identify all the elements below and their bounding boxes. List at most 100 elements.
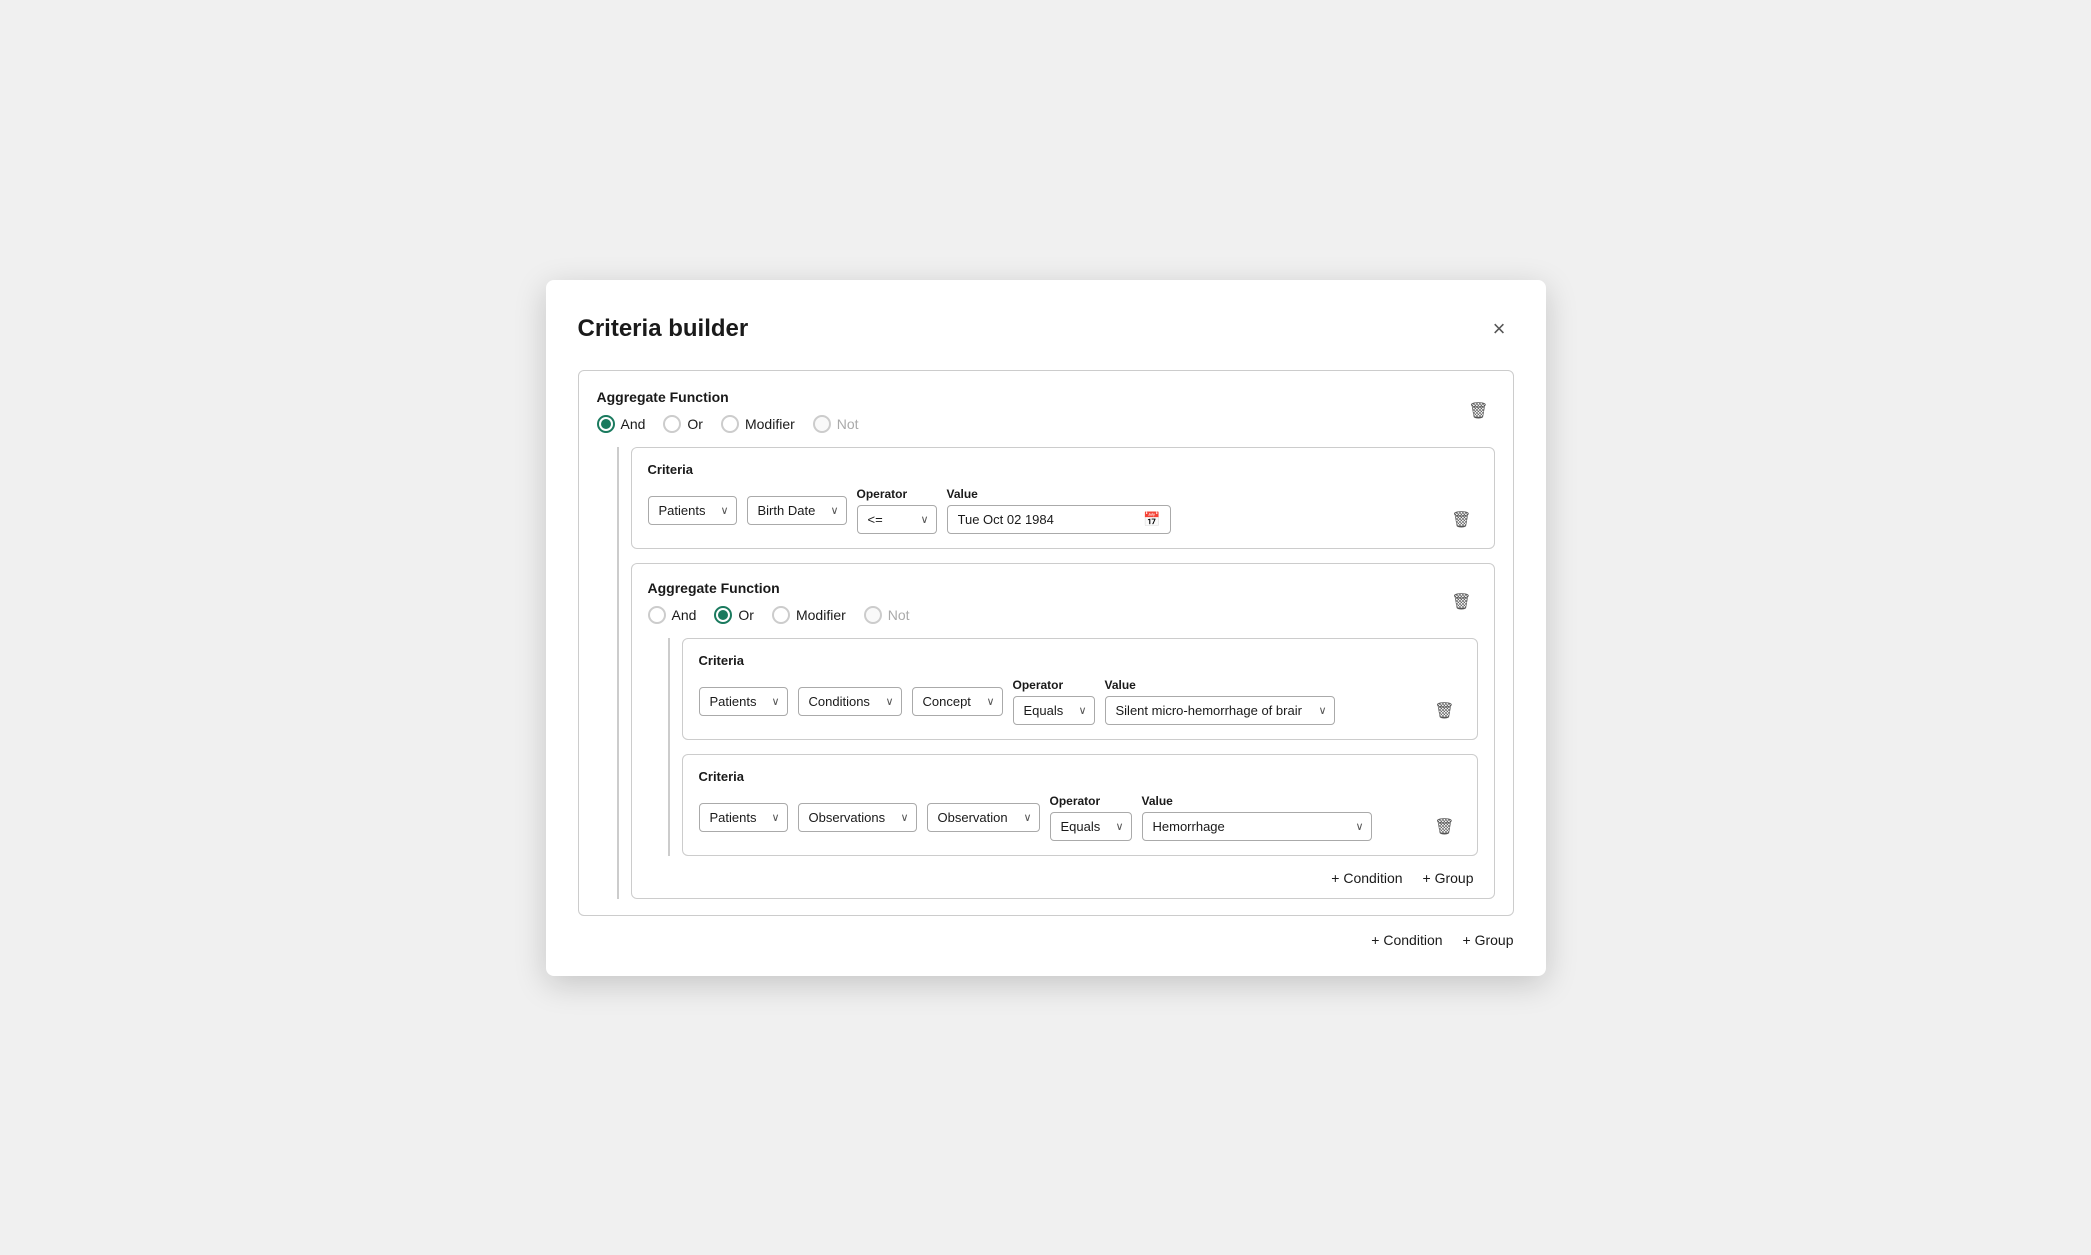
observations-criteria-box: Criteria Patients ∨ bbox=[682, 754, 1478, 856]
birthdate-delete-icon: 🗑 bbox=[1451, 512, 1471, 529]
observations-value-wrap: Hemorrhage ∨ bbox=[1142, 812, 1372, 841]
inner-radio-row: And Or Modifier bbox=[648, 606, 910, 624]
outer-radio-not: Not bbox=[813, 415, 859, 433]
birthdate-criteria-box: Criteria Patients ∨ bbox=[631, 447, 1495, 549]
outer-add-condition-button[interactable]: + Condition bbox=[1371, 932, 1442, 948]
inner-aggregate-label: Aggregate Function bbox=[648, 580, 910, 596]
observations-criteria-delete-button[interactable]: 🗑 bbox=[1428, 813, 1460, 841]
conditions-operator-group: Operator Equals ∨ bbox=[1013, 678, 1095, 725]
inner-aggregate-row: Aggregate Function And Or bbox=[648, 580, 1478, 624]
conditions-criteria-box: Criteria Patients ∨ bbox=[682, 638, 1478, 740]
inner-radio-not-input bbox=[864, 606, 882, 624]
birthdate-field-select[interactable]: Birth Date bbox=[747, 496, 847, 525]
outer-radio-and-label: And bbox=[621, 416, 646, 432]
inner-aggregate-section: Aggregate Function And Or bbox=[648, 580, 910, 624]
birthdate-criteria-delete-button[interactable]: 🗑 bbox=[1445, 506, 1477, 534]
inner-add-condition-button[interactable]: + Condition bbox=[1331, 870, 1402, 886]
inner-group-delete-button[interactable]: 🗑 bbox=[1445, 588, 1477, 616]
birthdate-value-input[interactable] bbox=[947, 505, 1171, 534]
conditions-type-select[interactable]: Conditions bbox=[798, 687, 902, 716]
conditions-criteria-row: Patients ∨ Conditions bbox=[699, 678, 1461, 725]
observations-operator-label: Operator bbox=[1050, 794, 1132, 808]
observations-value-group: Value Hemorrhage ∨ bbox=[1142, 794, 1372, 841]
birthdate-value-group: Value 📅 bbox=[947, 487, 1171, 534]
inner-radio-modifier-label: Modifier bbox=[796, 607, 846, 623]
birthdate-criteria-label: Criteria bbox=[648, 462, 1478, 477]
outer-group-delete-icon: 🗑 bbox=[1468, 403, 1488, 420]
observations-type-group: Observations ∨ bbox=[798, 803, 917, 832]
conditions-patients-wrap: Patients ∨ bbox=[699, 687, 788, 716]
value-label: Value bbox=[947, 487, 1171, 501]
inner-radio-and-input[interactable] bbox=[648, 606, 666, 624]
outer-add-group-button[interactable]: + Group bbox=[1463, 932, 1514, 948]
close-button[interactable]: × bbox=[1485, 312, 1514, 346]
observations-type-select[interactable]: Observations bbox=[798, 803, 917, 832]
conditions-fields: Patients ∨ Conditions bbox=[699, 678, 1335, 725]
birthdate-field-group: Birth Date ∨ bbox=[747, 496, 847, 525]
birthdate-value-input-wrap: 📅 bbox=[947, 505, 1171, 534]
inner-radio-modifier[interactable]: Modifier bbox=[772, 606, 846, 624]
inner-radio-or[interactable]: Or bbox=[714, 606, 754, 624]
outer-radio-or[interactable]: Or bbox=[663, 415, 703, 433]
inner-radio-and-label: And bbox=[672, 607, 697, 623]
outer-radio-not-label: Not bbox=[837, 416, 859, 432]
conditions-criteria-delete-button[interactable]: 🗑 bbox=[1428, 697, 1460, 725]
conditions-concept-select[interactable]: Concept bbox=[912, 687, 1003, 716]
outer-radio-or-label: Or bbox=[687, 416, 703, 432]
observations-patients-wrap: Patients ∨ bbox=[699, 803, 788, 832]
observations-operator-group: Operator Equals ∨ bbox=[1050, 794, 1132, 841]
observations-patients-group: Patients ∨ bbox=[699, 803, 788, 832]
observations-value-select[interactable]: Hemorrhage bbox=[1142, 812, 1372, 841]
inner-add-group-button[interactable]: + Group bbox=[1423, 870, 1474, 886]
observations-value-label: Value bbox=[1142, 794, 1372, 808]
outer-radio-modifier[interactable]: Modifier bbox=[721, 415, 795, 433]
outer-radio-and-input[interactable] bbox=[597, 415, 615, 433]
inner-radio-modifier-input[interactable] bbox=[772, 606, 790, 624]
birthdate-patients-select[interactable]: Patients bbox=[648, 496, 737, 525]
inner-radio-not-label: Not bbox=[888, 607, 910, 623]
dialog-header: Criteria builder × bbox=[578, 312, 1514, 346]
observations-criteria-row: Patients ∨ Observations bbox=[699, 794, 1461, 841]
birthdate-operator-group: Operator <= ∨ bbox=[857, 487, 937, 534]
observations-operator-wrap: Equals ∨ bbox=[1050, 812, 1132, 841]
outer-radio-or-input[interactable] bbox=[663, 415, 681, 433]
outer-radio-not-input bbox=[813, 415, 831, 433]
inner-radio-not: Not bbox=[864, 606, 910, 624]
conditions-operator-select[interactable]: Equals bbox=[1013, 696, 1095, 725]
outer-aggregate-section: Aggregate Function And Or Modifier bbox=[597, 389, 859, 433]
conditions-operator-wrap: Equals ∨ bbox=[1013, 696, 1095, 725]
observations-field-select[interactable]: Observation bbox=[927, 803, 1040, 832]
observations-patients-select[interactable]: Patients bbox=[699, 803, 788, 832]
birthdate-criteria-row: Patients ∨ Birth Date ∨ bbox=[648, 487, 1478, 534]
outer-radio-modifier-input[interactable] bbox=[721, 415, 739, 433]
outer-group-delete-button[interactable]: 🗑 bbox=[1462, 397, 1494, 425]
inner-radio-or-label: Or bbox=[738, 607, 754, 623]
inner-group-box: Aggregate Function And Or bbox=[631, 563, 1495, 899]
conditions-patients-select[interactable]: Patients bbox=[699, 687, 788, 716]
outer-radio-and[interactable]: And bbox=[597, 415, 646, 433]
conditions-operator-label: Operator bbox=[1013, 678, 1095, 692]
observations-delete-icon: 🗑 bbox=[1434, 819, 1454, 836]
inner-radio-or-input[interactable] bbox=[714, 606, 732, 624]
observations-criteria-label: Criteria bbox=[699, 769, 1461, 784]
observations-operator-select[interactable]: Equals bbox=[1050, 812, 1132, 841]
conditions-value-wrap: Silent micro-hemorrhage of brair ∨ bbox=[1105, 696, 1335, 725]
inner-group-action-row: + Condition + Group bbox=[648, 870, 1478, 886]
conditions-concept-group: Concept ∨ bbox=[912, 687, 1003, 716]
inner-criteria-container: Criteria Patients ∨ bbox=[668, 638, 1478, 856]
birthdate-operator-select[interactable]: <= bbox=[857, 505, 937, 534]
conditions-criteria-label: Criteria bbox=[699, 653, 1461, 668]
conditions-type-wrap: Conditions ∨ bbox=[798, 687, 902, 716]
birthdate-field-select-wrap: Birth Date ∨ bbox=[747, 496, 847, 525]
criteria-builder-dialog: Criteria builder × Aggregate Function An… bbox=[546, 280, 1546, 976]
outer-radio-row: And Or Modifier Not bbox=[597, 415, 859, 433]
outer-aggregate-row: Aggregate Function And Or Modifier bbox=[597, 389, 1495, 433]
conditions-value-label: Value bbox=[1105, 678, 1335, 692]
conditions-delete-icon: 🗑 bbox=[1434, 703, 1454, 720]
outer-aggregate-label: Aggregate Function bbox=[597, 389, 859, 405]
conditions-value-select[interactable]: Silent micro-hemorrhage of brair bbox=[1105, 696, 1335, 725]
birthdate-patients-select-wrap: Patients ∨ bbox=[648, 496, 737, 525]
inner-radio-and[interactable]: And bbox=[648, 606, 697, 624]
observations-type-wrap: Observations ∨ bbox=[798, 803, 917, 832]
conditions-concept-wrap: Concept ∨ bbox=[912, 687, 1003, 716]
